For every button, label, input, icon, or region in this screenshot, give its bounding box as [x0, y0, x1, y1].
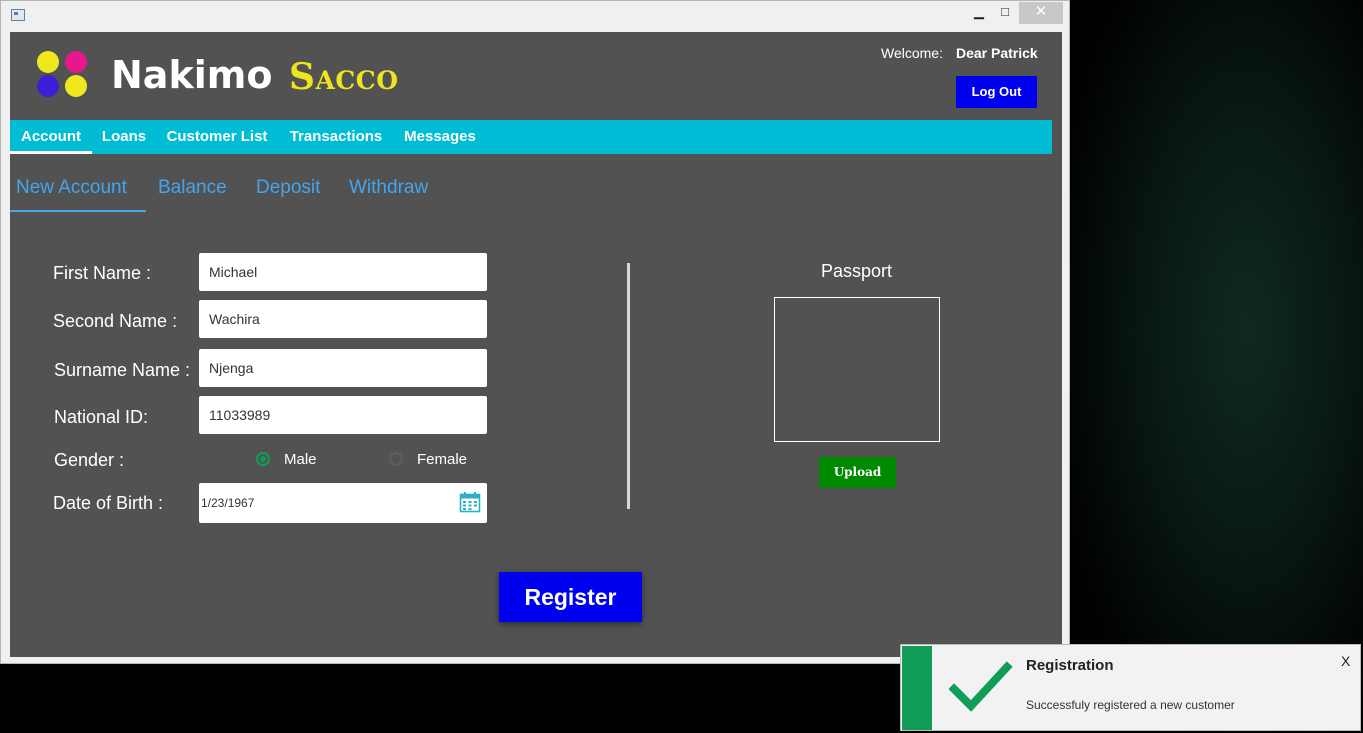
- nav-messages[interactable]: Messages: [400, 120, 480, 154]
- gender-male-label[interactable]: Male: [284, 451, 317, 468]
- logo: [37, 51, 91, 101]
- logo-dot-pink: [65, 51, 87, 73]
- active-tab-indicator: [10, 210, 146, 212]
- national-id-label: National ID:: [54, 407, 149, 427]
- first-name-input[interactable]: Michael: [199, 253, 487, 291]
- title-bar[interactable]: ▁ □ ✕: [1, 1, 1069, 29]
- brand-name: Nakimo: [111, 53, 273, 97]
- desktop-background: [1070, 0, 1363, 733]
- first-name-label: First Name :: [53, 263, 152, 283]
- tab-deposit[interactable]: Deposit: [256, 175, 320, 215]
- app-window: ▁ □ ✕ Nakimo Sacco Welcome: Dear Patrick…: [0, 0, 1070, 664]
- national-id-input[interactable]: 11033989: [199, 396, 487, 434]
- nav-account[interactable]: Account: [10, 120, 92, 154]
- user-name: Dear Patrick: [956, 45, 1038, 61]
- gender-male-radio[interactable]: [256, 452, 270, 466]
- app-icon: [11, 9, 25, 21]
- gender-female-radio[interactable]: [389, 452, 403, 466]
- welcome-label: Welcome:: [881, 45, 943, 61]
- nav-transactions[interactable]: Transactions: [284, 120, 388, 154]
- nav-loans[interactable]: Loans: [100, 120, 148, 154]
- minimize-button[interactable]: ▁: [965, 2, 993, 24]
- surname-label: Surname Name :: [54, 360, 191, 380]
- gender-female-label[interactable]: Female: [417, 451, 467, 468]
- tab-withdraw[interactable]: Withdraw: [349, 175, 428, 215]
- logo-dot-blue: [37, 75, 59, 97]
- logo-dot-yellow: [37, 51, 59, 73]
- tab-balance[interactable]: Balance: [158, 175, 227, 215]
- register-button[interactable]: Register: [499, 572, 642, 622]
- dob-input[interactable]: 1/23/1967: [199, 483, 487, 523]
- surname-input[interactable]: Njenga: [199, 349, 487, 387]
- passport-title: Passport: [821, 261, 893, 281]
- second-name-label: Second Name :: [53, 311, 178, 331]
- main-nav: Account Loans Customer List Transactions…: [10, 120, 1052, 154]
- passport-photo-placeholder: [774, 297, 940, 442]
- checkmark-icon: [949, 661, 1013, 712]
- close-button[interactable]: ✕: [1019, 2, 1063, 24]
- logo-dot-yellow-2: [65, 75, 87, 97]
- app-content: Nakimo Sacco Welcome: Dear Patrick Log O…: [10, 32, 1062, 657]
- toast-accent-bar: [902, 646, 932, 730]
- brand-name-sacco: Sacco: [289, 56, 399, 98]
- toast-message: Successfuly registered a new customer: [1026, 698, 1235, 712]
- upload-button[interactable]: Upload: [819, 457, 896, 488]
- dob-label: Date of Birth :: [53, 493, 164, 513]
- toast-close-button[interactable]: X: [1341, 653, 1350, 669]
- calendar-icon[interactable]: [459, 491, 481, 513]
- maximize-button[interactable]: □: [991, 2, 1019, 24]
- logout-button[interactable]: Log Out: [956, 76, 1037, 108]
- nav-customer-list[interactable]: Customer List: [162, 120, 272, 154]
- notification-toast: Registration Successfuly registered a ne…: [900, 644, 1361, 731]
- gender-label: Gender :: [54, 450, 125, 470]
- tab-new-account[interactable]: New Account: [16, 175, 127, 215]
- toast-title: Registration: [1026, 657, 1114, 674]
- second-name-input[interactable]: Wachira: [199, 300, 487, 338]
- form-divider: [627, 263, 630, 509]
